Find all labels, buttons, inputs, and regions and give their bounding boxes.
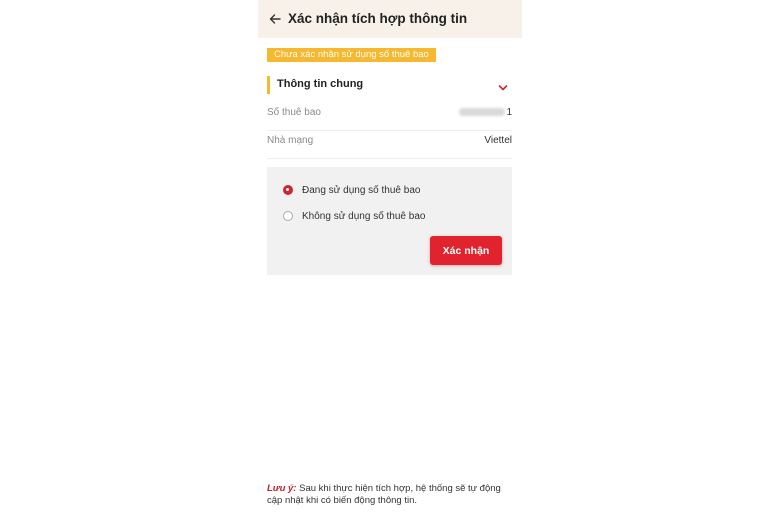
option-label: Không sử dụng số thuê bao (302, 210, 426, 222)
note: Lưu ý: Sau khi thực hiện tích hợp, hệ th… (267, 483, 517, 507)
note-label: Lưu ý: (267, 483, 297, 494)
section-general-info-toggle[interactable]: Thông tin chung (267, 76, 512, 94)
radio-button-unchecked[interactable] (283, 211, 293, 221)
chevron-down-icon[interactable] (498, 80, 508, 91)
confirm-button[interactable]: Xác nhận (430, 236, 502, 265)
arrow-left-icon[interactable] (268, 12, 282, 26)
option-label: Đang sử dụng số thuê bao (302, 184, 421, 196)
masked-digits (459, 108, 506, 117)
app-header: Xác nhận tích hợp thông tin (258, 0, 522, 38)
info-label: Số thuê bao (267, 107, 321, 118)
option-in-use[interactable]: Đang sử dụng số thuê bao (283, 182, 420, 198)
page-title: Xác nhận tích hợp thông tin (288, 11, 468, 26)
info-label: Nhà mạng (267, 135, 314, 146)
info-row-subscriber: Số thuê bao 1 (267, 102, 512, 131)
radio-button-checked[interactable] (283, 185, 293, 195)
app-screen: Xác nhận tích hợp thông tin Chưa xác nhậ… (258, 0, 522, 520)
option-panel: Đang sử dụng số thuê bao Không sử dụng s… (267, 167, 512, 275)
section-title: Thông tin chung (277, 78, 364, 90)
screen: Xác nhận tích hợp thông tin Chưa xác nhậ… (0, 0, 780, 520)
subscriber-number-value: 1 (459, 107, 512, 118)
info-row-carrier: Nhà mạng Viettel (267, 130, 512, 159)
section-accent-bar (267, 76, 270, 94)
carrier-value: Viettel (484, 135, 512, 146)
status-badge: Chưa xác nhận sử dụng số thuê bao (267, 48, 436, 62)
subscriber-number-suffix: 1 (506, 107, 512, 118)
option-not-in-use[interactable]: Không sử dụng số thuê bao (283, 208, 425, 224)
note-text: Sau khi thực hiện tích hợp, hệ thống sẽ … (267, 483, 501, 506)
